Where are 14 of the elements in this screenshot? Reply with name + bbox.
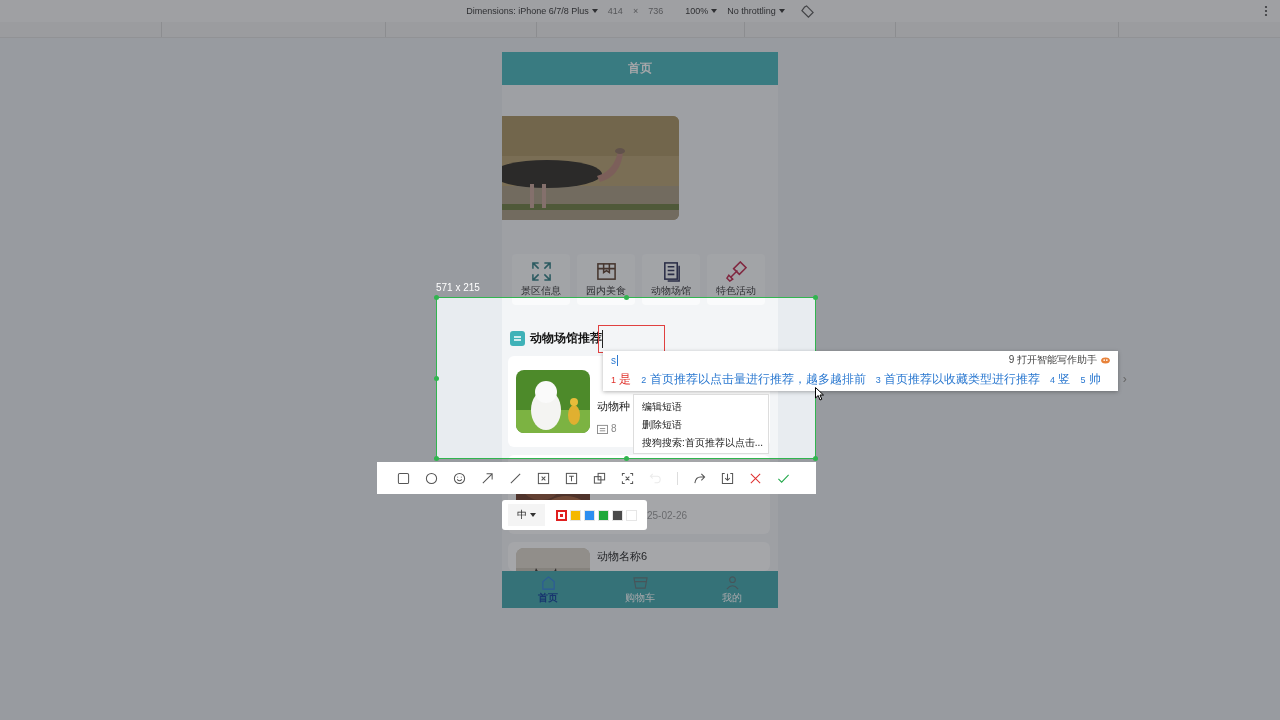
animal-name: 动物名称6 [597, 549, 648, 564]
view-count: 8 [611, 423, 617, 434]
category-label: 特色活动 [716, 285, 756, 298]
tab-label: 首页 [538, 590, 558, 605]
page-title: 首页 [628, 60, 652, 77]
category-label: 动物场馆 [651, 285, 691, 298]
category-label: 园内美食 [586, 285, 626, 298]
tab-label: 购物车 [625, 590, 655, 605]
category-label: 景区信息 [521, 285, 561, 298]
tab-label: 我的 [722, 590, 742, 605]
animal-type: 动物种 [597, 400, 630, 414]
times-sign: × [632, 6, 639, 16]
selection-size: 571 x 215 [436, 282, 480, 293]
post-date: 25-02-26 [647, 510, 688, 521]
